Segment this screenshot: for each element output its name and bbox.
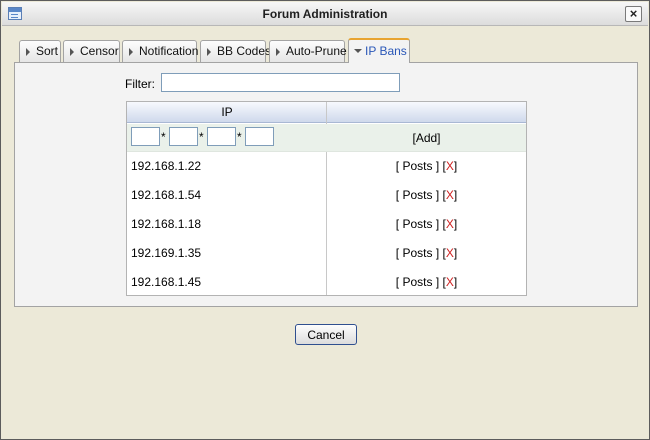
close-icon: × xyxy=(629,6,638,21)
tab-label: Notification xyxy=(139,44,199,58)
posts-link[interactable]: Posts xyxy=(402,159,432,173)
bracket-close: ] xyxy=(453,217,458,231)
tab-censor[interactable]: Censor xyxy=(63,40,120,63)
tab-label: BB Codes xyxy=(217,44,272,58)
ip-ban-grid: IP * * * [Add] 192.168.1.22 [ Posts ] [X… xyxy=(126,101,527,296)
bracket-close: ] xyxy=(453,246,458,260)
row-actions: [ Posts ] [X] xyxy=(327,217,526,231)
add-ip-link[interactable]: [Add] xyxy=(327,131,526,145)
ip-address: 192.168.1.18 xyxy=(131,217,202,231)
tab-label: IP Bans xyxy=(365,44,407,58)
bracket-close: ] xyxy=(435,159,440,173)
tab-auto-prune[interactable]: Auto-Prune xyxy=(269,40,347,63)
delete-link[interactable]: X xyxy=(446,217,454,231)
column-header-ip: IP xyxy=(221,105,233,119)
table-row: 192.168.1.54 [ Posts ] [X] xyxy=(127,181,526,210)
ip-octet-4-input[interactable] xyxy=(245,127,274,146)
ip-address: 192.168.1.45 xyxy=(131,275,202,289)
chevron-right-icon xyxy=(26,48,30,56)
bracket-open: [ xyxy=(395,275,400,289)
bracket-open: [ xyxy=(395,246,400,260)
window-title: Forum Administration xyxy=(262,7,388,21)
bracket-close: ] xyxy=(435,217,440,231)
filter-label: Filter: xyxy=(125,77,155,91)
tab-ip-bans[interactable]: IP Bans xyxy=(348,38,410,63)
delete-link[interactable]: X xyxy=(446,188,454,202)
octet-separator: * xyxy=(199,130,204,144)
row-actions: [ Posts ] [X] xyxy=(327,159,526,173)
tab-label: Auto-Prune xyxy=(286,44,347,58)
octet-separator: * xyxy=(237,130,242,144)
bracket-close: ] xyxy=(435,275,440,289)
posts-link[interactable]: Posts xyxy=(402,188,432,202)
chevron-right-icon xyxy=(276,48,280,56)
row-actions: [ Posts ] [X] xyxy=(327,275,526,289)
ip-address: 192.169.1.35 xyxy=(131,246,202,260)
posts-link[interactable]: Posts xyxy=(402,246,432,260)
ip-address: 192.168.1.54 xyxy=(131,188,202,202)
cancel-button[interactable]: Cancel xyxy=(295,324,357,345)
chevron-right-icon xyxy=(129,48,133,56)
bracket-close: ] xyxy=(435,188,440,202)
bracket-close: ] xyxy=(435,246,440,260)
tab-label: Sort xyxy=(36,44,59,58)
chevron-right-icon xyxy=(207,48,211,56)
bracket-open: [ xyxy=(395,188,400,202)
ip-address: 192.168.1.22 xyxy=(131,159,202,173)
table-row: 192.168.1.45 [ Posts ] [X] xyxy=(127,268,526,297)
dialog-window: Forum Administration × Sort Censor Notif… xyxy=(0,0,650,440)
posts-link[interactable]: Posts xyxy=(402,275,432,289)
table-row: 192.168.1.18 [ Posts ] [X] xyxy=(127,210,526,239)
bracket-close: ] xyxy=(453,275,458,289)
add-ip-row: * * * [Add] xyxy=(127,124,526,152)
ip-octet-3-input[interactable] xyxy=(207,127,236,146)
row-actions: [ Posts ] [X] xyxy=(327,188,526,202)
bracket-close: ] xyxy=(453,159,458,173)
delete-link[interactable]: X xyxy=(446,275,454,289)
bracket-open: [ xyxy=(395,159,400,173)
tab-notification[interactable]: Notification xyxy=(122,40,199,63)
row-actions: [ Posts ] [X] xyxy=(327,246,526,260)
close-button[interactable]: × xyxy=(625,6,642,22)
title-bar[interactable]: Forum Administration × xyxy=(2,2,648,26)
bracket-close: ] xyxy=(453,188,458,202)
table-row: 192.168.1.22 [ Posts ] [X] xyxy=(127,152,526,181)
tab-bb-codes[interactable]: BB Codes xyxy=(200,40,271,63)
tab-label: Censor xyxy=(80,44,119,58)
ip-octet-1-input[interactable] xyxy=(131,127,160,146)
ip-octet-2-input[interactable] xyxy=(169,127,198,146)
table-row: 192.169.1.35 [ Posts ] [X] xyxy=(127,239,526,268)
bracket-open: [ xyxy=(395,217,400,231)
chevron-right-icon xyxy=(70,48,74,56)
ip-bans-panel: Filter: IP * * * [Add] 192.168.1.22 [Po… xyxy=(14,62,638,307)
octet-separator: * xyxy=(161,130,166,144)
delete-link[interactable]: X xyxy=(446,159,454,173)
tab-sort[interactable]: Sort xyxy=(19,40,61,63)
filter-input[interactable] xyxy=(161,73,400,92)
chevron-down-icon xyxy=(354,49,362,53)
delete-link[interactable]: X xyxy=(446,246,454,260)
posts-link[interactable]: Posts xyxy=(402,217,432,231)
